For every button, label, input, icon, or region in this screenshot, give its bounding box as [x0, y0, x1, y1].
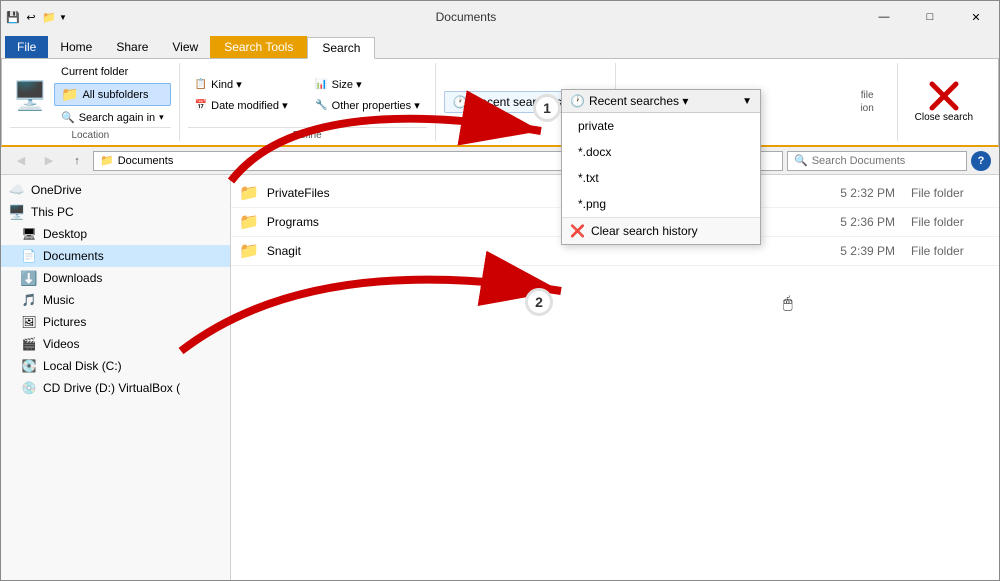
- this-pc-large-icon: 🖥️: [10, 75, 50, 115]
- item-type: File folder: [911, 244, 991, 258]
- size-button[interactable]: 📊 Size ▾: [308, 75, 427, 94]
- ribbon-group-location: 🖥️ Current folder 📁 All subfolders 🔍 Sea…: [10, 63, 180, 141]
- date-modified-label: Date modified ▾: [211, 99, 287, 112]
- computer-icon: 🖥️: [9, 204, 25, 220]
- tab-search[interactable]: Search: [307, 37, 375, 59]
- close-search-button[interactable]: Close search: [906, 75, 982, 129]
- step-1-circle: 1: [533, 94, 561, 122]
- size-label: Size ▾: [332, 78, 362, 91]
- all-subfolders-label: All subfolders: [82, 89, 148, 101]
- tab-view[interactable]: View: [160, 36, 210, 58]
- up-button[interactable]: ↑: [65, 149, 89, 173]
- all-subfolders-button[interactable]: 📁 All subfolders: [54, 83, 171, 106]
- videos-icon: 🎬: [21, 336, 37, 352]
- tab-home[interactable]: Home: [48, 36, 104, 58]
- item-date: 5 2:32 PM: [840, 186, 895, 200]
- clear-search-history-button[interactable]: ❌ Clear search history: [562, 217, 760, 244]
- save-location-label: fileion: [860, 90, 873, 114]
- dropdown-arrow-icon[interactable]: ▼: [59, 13, 67, 22]
- nav-item-onedrive[interactable]: ☁️ OneDrive: [1, 179, 230, 201]
- desktop-icon: 🖥: [21, 226, 37, 242]
- pictures-icon: 🖼: [21, 314, 37, 330]
- music-icon: 🎵: [21, 292, 37, 308]
- nav-item-videos[interactable]: 🎬 Videos: [1, 333, 230, 355]
- local-disk-icon: 💽: [21, 358, 37, 374]
- item-date: 5 2:36 PM: [840, 215, 895, 229]
- window-controls: — □ ✕: [861, 1, 999, 33]
- window-title: Documents: [71, 10, 861, 24]
- dropdown-header-row[interactable]: 🕐 Recent searches ▾ ▼: [562, 90, 760, 113]
- location-group-label: Location: [10, 127, 171, 141]
- quick-folder-icon[interactable]: 📁: [41, 9, 57, 25]
- search-item-docx[interactable]: *.docx: [562, 139, 760, 165]
- current-folder-button[interactable]: Current folder: [54, 63, 171, 81]
- onedrive-icon: ☁️: [9, 182, 25, 198]
- tab-file[interactable]: File: [5, 36, 48, 58]
- other-props-label: Other properties ▾: [332, 99, 420, 112]
- nav-item-downloads[interactable]: ⬇️ Downloads: [1, 267, 230, 289]
- search-item-txt[interactable]: *.txt: [562, 165, 760, 191]
- item-name: Snagit: [267, 244, 832, 258]
- dropdown-header-label: Recent searches ▾: [589, 94, 738, 108]
- clear-icon: ❌: [570, 224, 585, 238]
- help-button[interactable]: ?: [971, 151, 991, 171]
- ribbon-group-close-search: Close search: [898, 63, 990, 141]
- close-button[interactable]: ✕: [953, 1, 999, 33]
- back-button[interactable]: ◀: [9, 149, 33, 173]
- forward-button[interactable]: ▶: [37, 149, 61, 173]
- ribbon-group-refine: 📋 Kind ▾ 📊 Size ▾ 📅 Date modified ▾ 🔧 Ot…: [180, 63, 436, 141]
- search-item-private[interactable]: private: [562, 113, 760, 139]
- minimize-button[interactable]: —: [861, 1, 907, 33]
- search-box-icon: 🔍: [794, 154, 808, 167]
- folder-icon: 📁: [239, 183, 259, 203]
- nav-item-pictures[interactable]: 🖼 Pictures: [1, 311, 230, 333]
- item-type: File folder: [911, 186, 991, 200]
- nav-item-music[interactable]: 🎵 Music: [1, 289, 230, 311]
- recent-searches-dropdown: 🕐 Recent searches ▾ ▼ private *.docx *.t…: [561, 89, 761, 245]
- close-search-x-icon: [928, 80, 960, 112]
- kind-button[interactable]: 📋 Kind ▾: [188, 75, 307, 94]
- close-search-label: Close search: [915, 112, 973, 124]
- address-path: Documents: [118, 155, 174, 167]
- ribbon-file-area: fileion: [838, 63, 898, 141]
- documents-icon: 📄: [21, 248, 37, 264]
- other-properties-button[interactable]: 🔧 Other properties ▾: [308, 96, 427, 115]
- dropdown-arrow: ▼: [742, 96, 752, 107]
- tab-search-tools[interactable]: Search Tools: [210, 36, 307, 58]
- recent-searches-clock-icon: 🕐: [570, 94, 585, 108]
- nav-item-documents[interactable]: 📄 Documents: [1, 245, 230, 267]
- cd-drive-icon: 💿: [21, 380, 37, 396]
- search-again-button[interactable]: 🔍 Search again in ▾: [54, 108, 171, 127]
- quick-save-icon[interactable]: 💾: [5, 9, 21, 25]
- item-date: 5 2:39 PM: [840, 244, 895, 258]
- search-input[interactable]: [812, 155, 960, 167]
- kind-label: Kind ▾: [211, 78, 242, 91]
- folder-icon: 📁: [239, 241, 259, 261]
- folder-icon: 📁: [239, 212, 259, 232]
- clear-label: Clear search history: [591, 224, 698, 238]
- downloads-icon: ⬇️: [21, 270, 37, 286]
- nav-item-this-pc[interactable]: 🖥️ This PC: [1, 201, 230, 223]
- step-2-circle: 2: [525, 288, 553, 316]
- item-type: File folder: [911, 215, 991, 229]
- refine-group-label: Refine: [188, 127, 427, 141]
- search-again-label: Search again in: [79, 112, 155, 124]
- nav-item-cd-drive[interactable]: 💿 CD Drive (D:) VirtualBox (: [1, 377, 230, 399]
- search-box[interactable]: 🔍: [787, 151, 967, 171]
- tab-share[interactable]: Share: [104, 36, 160, 58]
- quick-undo-icon[interactable]: ↩: [23, 9, 39, 25]
- nav-item-desktop[interactable]: 🖥 Desktop: [1, 223, 230, 245]
- search-item-png[interactable]: *.png: [562, 191, 760, 217]
- nav-item-local-disk[interactable]: 💽 Local Disk (C:): [1, 355, 230, 377]
- date-modified-button[interactable]: 📅 Date modified ▾: [188, 96, 307, 115]
- navigation-pane: ☁️ OneDrive 🖥️ This PC 🖥 Desktop 📄 Docum…: [1, 175, 231, 581]
- maximize-button[interactable]: □: [907, 1, 953, 33]
